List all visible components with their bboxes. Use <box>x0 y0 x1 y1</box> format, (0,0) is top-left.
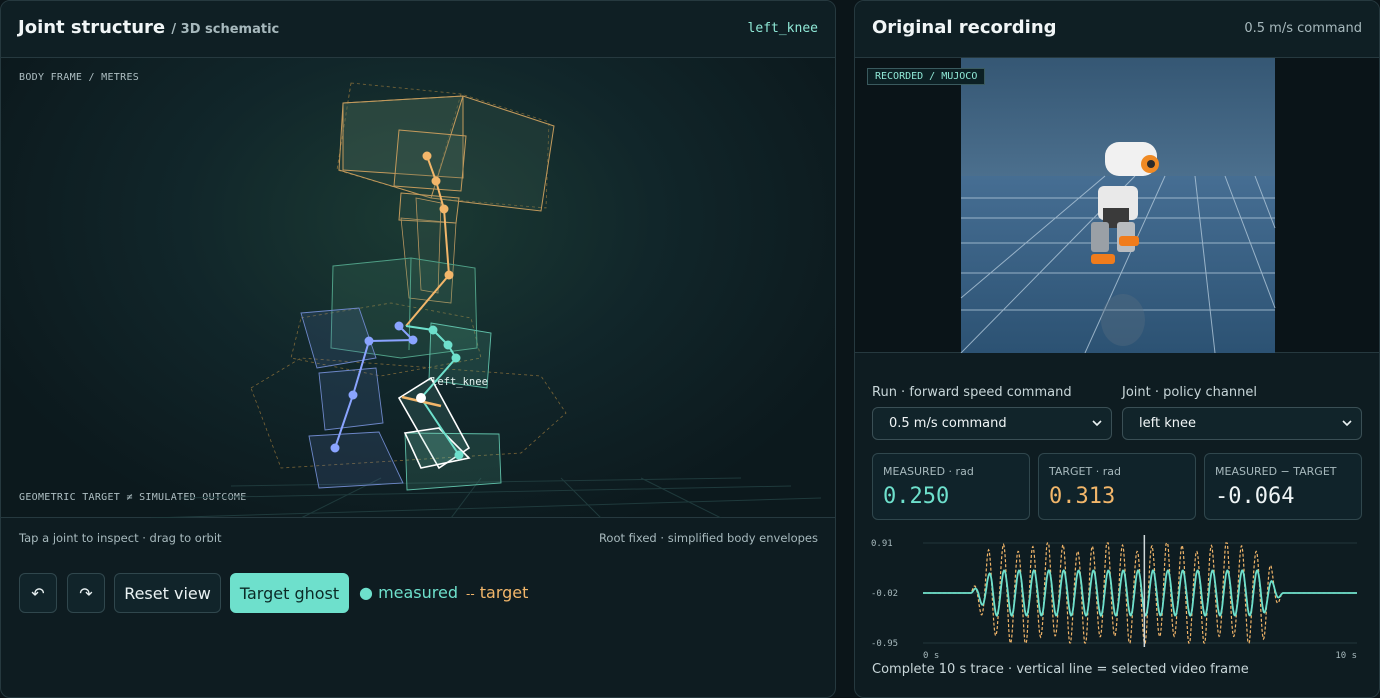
joint-select[interactable]: left knee <box>1122 407 1362 440</box>
reset-view-button[interactable]: Reset view <box>114 573 221 613</box>
metric-value: 0.313 <box>1049 484 1116 509</box>
trace-caption: Complete 10 s trace · vertical line = se… <box>872 662 1249 677</box>
title-text: Joint structure <box>18 17 166 38</box>
joint-select-value: left knee <box>1139 416 1196 431</box>
y-tick-label: -0.95 <box>871 639 898 649</box>
joint-left-hip-yaw[interactable] <box>428 325 438 335</box>
chevron-down-icon <box>1092 420 1102 427</box>
model-info: Root fixed · simplified body envelopes <box>598 531 818 545</box>
video-frame <box>960 58 1276 353</box>
redo-button[interactable]: ↷ <box>67 573 105 613</box>
joint-left-hip-roll[interactable] <box>443 340 453 350</box>
panel-header: Original recording 0.5 m/s command <box>855 1 1379 58</box>
undo-button[interactable]: ↶ <box>19 573 57 613</box>
joint-right-ankle[interactable] <box>330 443 340 453</box>
panel-title: Original recording <box>872 17 1057 38</box>
metric-measured: MEASURED · rad 0.250 <box>872 453 1030 520</box>
chevron-down-icon <box>1342 420 1352 427</box>
metric-value: 0.250 <box>883 484 950 509</box>
run-select-value: 0.5 m/s command <box>889 416 1007 431</box>
joint-left-ankle[interactable] <box>454 450 464 460</box>
dash-line-icon: -- <box>466 587 475 601</box>
legend-measured: ● measured <box>359 583 458 602</box>
head-envelope <box>338 95 555 224</box>
interaction-hint: Tap a joint to inspect · drag to orbit <box>19 531 222 545</box>
joint-waist[interactable] <box>444 270 454 280</box>
metric-label: MEASURED · rad <box>883 465 974 478</box>
metric-label: TARGET · rad <box>1049 465 1121 478</box>
run-label: Run · forward speed command <box>872 385 1072 400</box>
joint-spine[interactable] <box>439 204 449 214</box>
panel-title: Joint structure / 3D schematic <box>18 17 279 38</box>
x-tick-label: 10 s <box>1335 651 1357 661</box>
y-tick-label: -0.02 <box>871 589 898 599</box>
metric-value: -0.064 <box>1215 484 1295 509</box>
header-command: 0.5 m/s command <box>1244 21 1362 36</box>
redo-icon: ↷ <box>79 583 93 603</box>
joint-neck[interactable] <box>422 151 432 161</box>
measured-dot-icon: ● <box>359 583 373 602</box>
3d-viewport[interactable]: BODY FRAME / METRES GEOMETRIC TARGET ≠ S… <box>1 58 836 518</box>
title-subtitle: / 3D schematic <box>171 22 280 37</box>
recording-video[interactable]: RECORDED / MUJOCO <box>855 58 1379 353</box>
selected-joint-tag: left_knee <box>747 21 818 36</box>
original-recording-panel: Original recording 0.5 m/s command RECOR… <box>854 0 1380 698</box>
legend-target-label: target <box>479 583 529 602</box>
joint-right-hip-pitch[interactable] <box>364 336 374 346</box>
y-tick-label: 0.91 <box>871 539 893 549</box>
joint-right-knee[interactable] <box>348 390 358 400</box>
undo-icon: ↶ <box>31 583 45 603</box>
joint-trace-chart[interactable]: 0.91 -0.02 -0.95 0 s 10 s <box>871 531 1365 661</box>
legend-measured-label: measured <box>378 583 458 602</box>
joint-right-hip-yaw[interactable] <box>394 321 404 331</box>
run-select[interactable]: 0.5 m/s command <box>872 407 1112 440</box>
joint-left-hip-pitch[interactable] <box>451 353 461 363</box>
joint-label: Joint · policy channel <box>1122 385 1257 400</box>
target-ghost-toggle[interactable]: Target ghost <box>230 573 349 613</box>
robot-schematic[interactable]: left_knee <box>1 58 836 518</box>
metric-difference: MEASURED − TARGET -0.064 <box>1204 453 1362 520</box>
x-tick-label: 0 s <box>923 651 939 661</box>
panel-header: Joint structure / 3D schematic left_knee <box>1 1 835 58</box>
joint-right-hip-roll[interactable] <box>408 335 418 345</box>
metric-target: TARGET · rad 0.313 <box>1038 453 1196 520</box>
joint-structure-panel: Joint structure / 3D schematic left_knee… <box>0 0 836 698</box>
legend-target: -- target <box>466 583 528 602</box>
joint-head-pitch[interactable] <box>431 176 441 186</box>
joint-annotation: left_knee <box>431 376 488 388</box>
video-source-tag: RECORDED / MUJOCO <box>867 68 986 85</box>
metric-label: MEASURED − TARGET <box>1215 465 1337 478</box>
